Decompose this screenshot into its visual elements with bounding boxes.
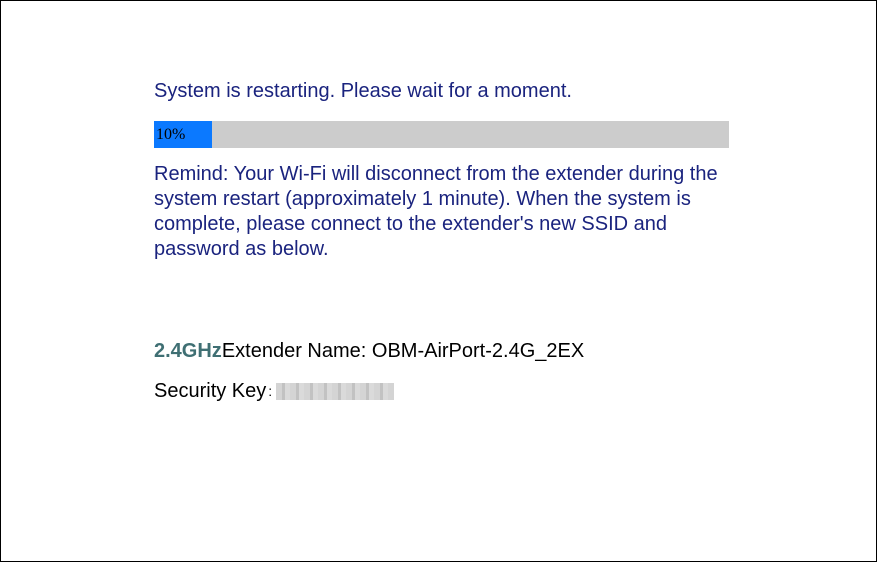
extender-name-row: 2.4GHzExtender Name: OBM-AirPort-2.4G_2E… <box>154 339 764 363</box>
progress-percent-label: 10% <box>156 126 186 143</box>
band-label: 2.4GHz <box>154 340 222 362</box>
extender-name-label: Extender Name: <box>221 340 372 362</box>
restart-progress-bar: 10% <box>154 121 729 148</box>
restart-content: System is restarting. Please wait for a … <box>154 79 764 403</box>
masked-security-key <box>276 382 395 400</box>
security-key-label: Security Key <box>154 380 267 402</box>
reconnect-reminder: Remind: Your Wi-Fi will disconnect from … <box>154 163 718 260</box>
security-key-separator: : <box>268 383 273 399</box>
extender-name-value: OBM-AirPort-2.4G_2EX <box>371 340 585 362</box>
security-key-row: Security Key : <box>154 379 764 403</box>
restart-status-message: System is restarting. Please wait for a … <box>154 80 572 102</box>
restart-dialog: System is restarting. Please wait for a … <box>0 0 877 562</box>
